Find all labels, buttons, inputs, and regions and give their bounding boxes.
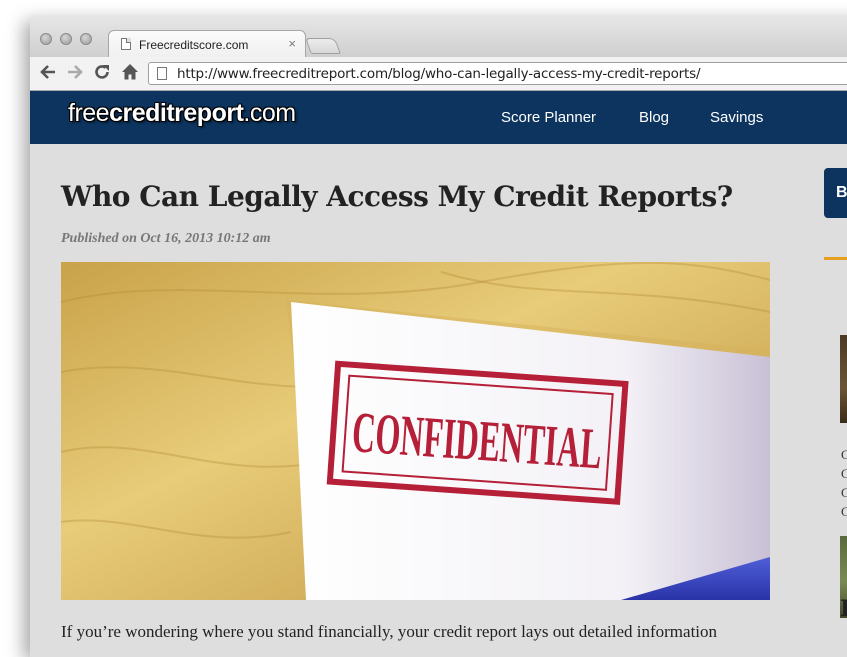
sidebar-heading: F bbox=[840, 596, 847, 622]
sidebar-text[interactable]: C bbox=[841, 466, 847, 482]
browser-tab[interactable]: Freecreditscore.com × bbox=[108, 30, 306, 57]
browser-toolbar: http://www.freecreditreport.com/blog/who… bbox=[30, 57, 847, 91]
close-window-button[interactable] bbox=[40, 33, 52, 45]
home-icon[interactable] bbox=[121, 63, 139, 85]
sidebar-text[interactable]: C bbox=[841, 447, 847, 463]
sidebar-button[interactable]: B bbox=[824, 168, 847, 218]
minimize-window-button[interactable] bbox=[60, 33, 72, 45]
confidential-folder-image: CONFIDENTIAL bbox=[61, 262, 770, 600]
page-icon bbox=[121, 38, 131, 50]
address-bar[interactable]: http://www.freecreditreport.com/blog/who… bbox=[148, 62, 847, 85]
zoom-window-button[interactable] bbox=[80, 33, 92, 45]
nav-score-planner[interactable]: Score Planner bbox=[501, 109, 596, 126]
forward-icon[interactable] bbox=[66, 63, 84, 85]
article-body-text: If you’re wondering where you stand fina… bbox=[61, 622, 718, 641]
sidebar-text[interactable]: C bbox=[841, 485, 847, 501]
article-hero-image: CONFIDENTIAL bbox=[61, 262, 770, 600]
nav-savings[interactable]: Savings bbox=[710, 109, 763, 126]
page-icon bbox=[157, 67, 167, 80]
url-text[interactable]: http://www.freecreditreport.com/blog/who… bbox=[177, 66, 700, 82]
tab-title: Freecreditscore.com bbox=[139, 38, 249, 52]
site-logo[interactable]: freecreditreport.com bbox=[68, 99, 296, 128]
article-title: Who Can Legally Access My Credit Reports… bbox=[61, 180, 733, 213]
sidebar-divider bbox=[824, 257, 847, 260]
browser-window: Freecreditscore.com × http://www.freecre… bbox=[30, 17, 847, 657]
nav-blog[interactable]: Blog bbox=[639, 109, 669, 126]
new-tab-button[interactable] bbox=[305, 38, 341, 54]
page-content: Who Can Legally Access My Credit Reports… bbox=[30, 144, 847, 657]
sidebar-button-label: B bbox=[836, 184, 847, 201]
reload-icon[interactable] bbox=[93, 63, 111, 85]
back-icon[interactable] bbox=[39, 63, 57, 85]
tab-close-icon[interactable]: × bbox=[288, 36, 296, 51]
tab-strip: Freecreditscore.com × bbox=[30, 17, 847, 57]
article-published-date: Published on Oct 16, 2013 10:12 am bbox=[61, 231, 271, 246]
site-header: freecreditreport.com Score Planner Blog … bbox=[30, 91, 847, 144]
sidebar-thumbnail[interactable] bbox=[840, 335, 847, 423]
sidebar-text[interactable]: C bbox=[841, 504, 847, 520]
